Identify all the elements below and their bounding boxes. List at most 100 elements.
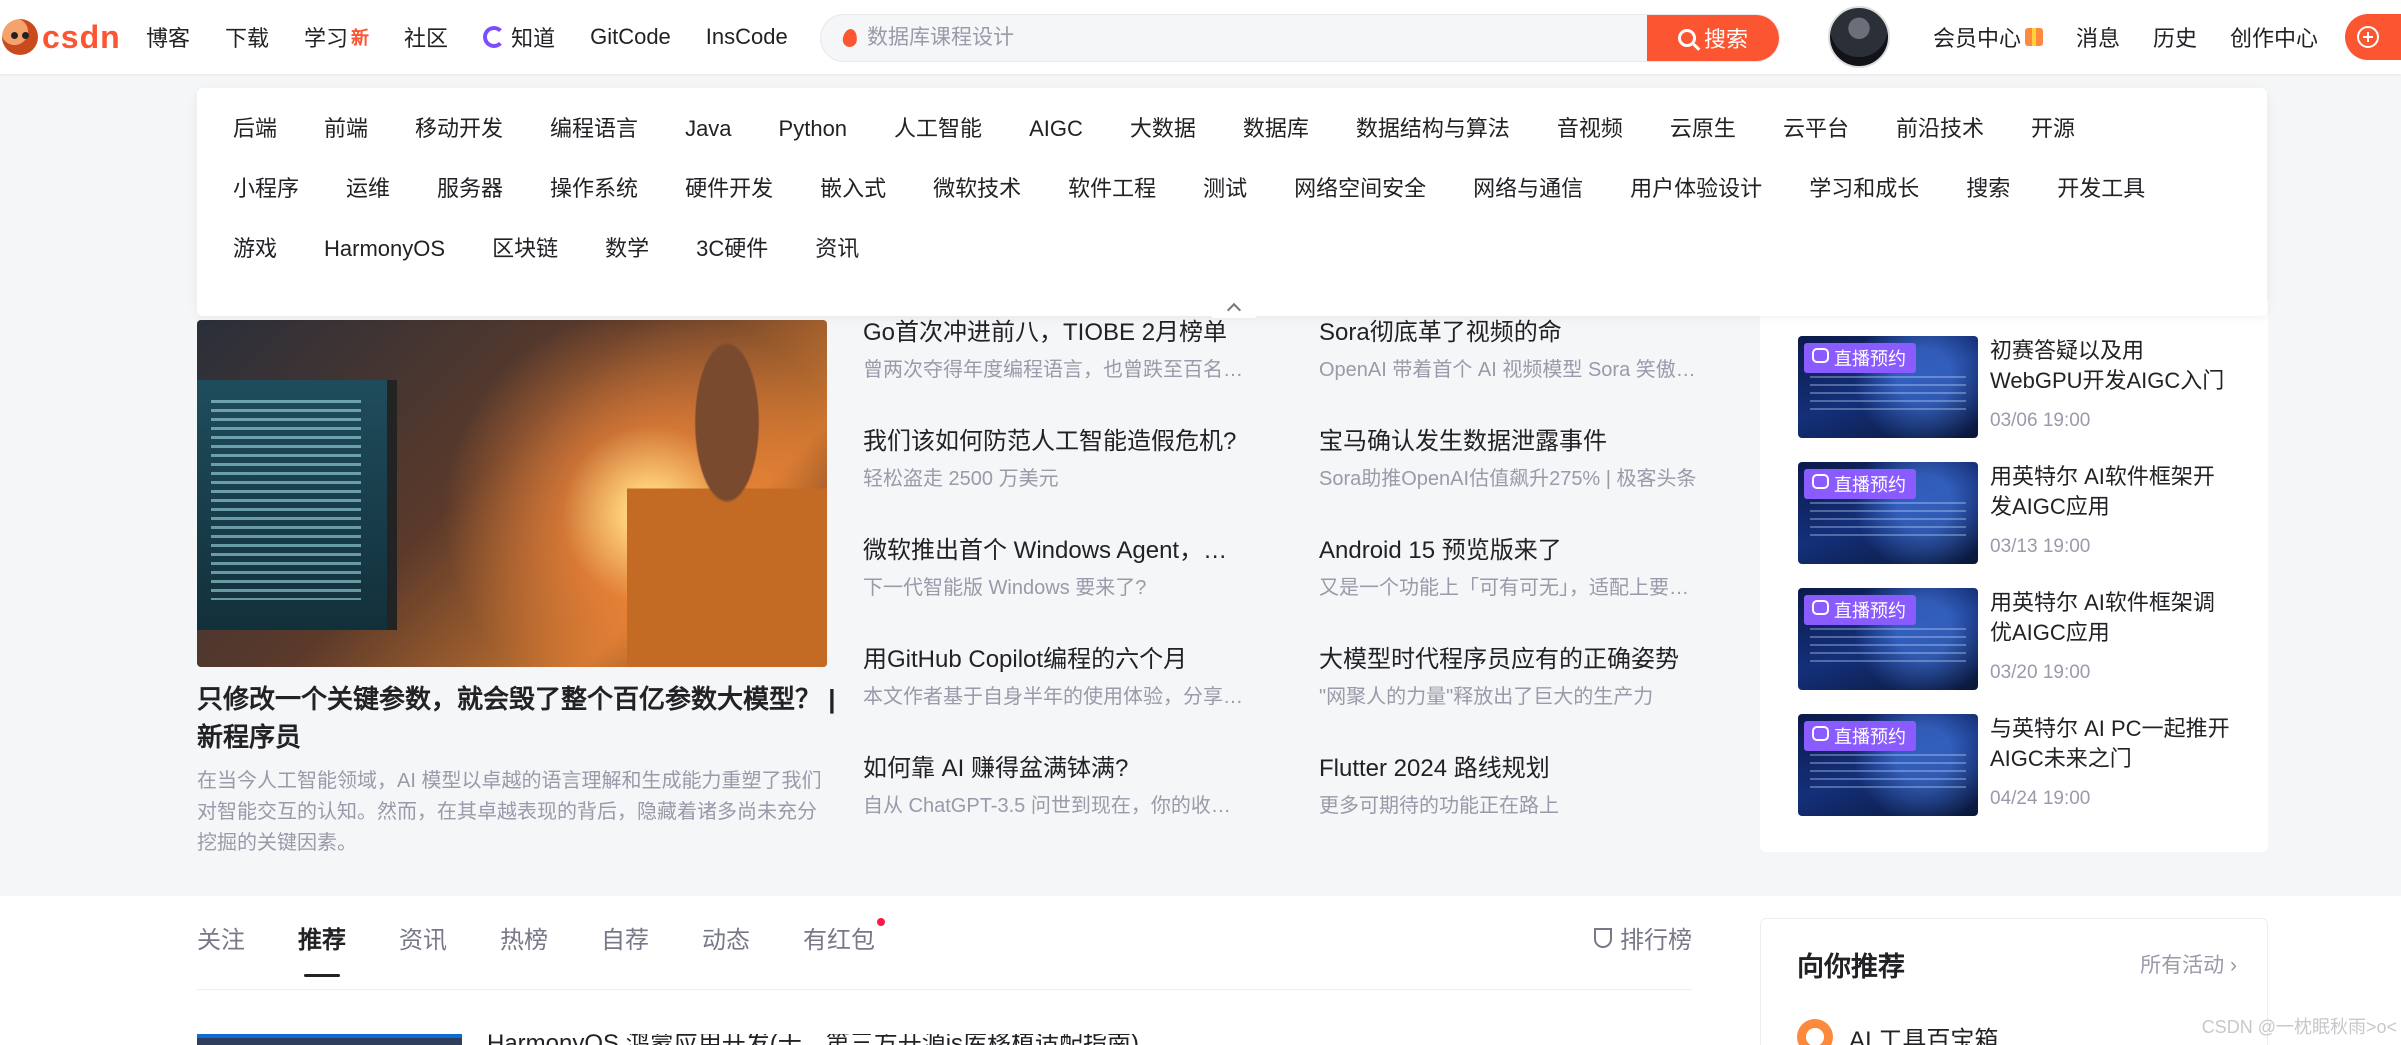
news-title[interactable]: 如何靠 AI 赚得盆满钵满? (863, 754, 1243, 784)
category-item[interactable]: 网络与通信 (1473, 178, 1583, 200)
category-item[interactable]: HarmonyOS (324, 238, 445, 260)
news-title[interactable]: 大模型时代程序员应有的正确姿势 (1319, 645, 1699, 675)
news-item[interactable]: 宝马确认发生数据泄露事件 Sora助推OpenAI估值飙升275% | 极客头条 (1319, 427, 1699, 536)
news-title[interactable]: Sora彻底革了视频的命 (1319, 318, 1699, 348)
messages-link[interactable]: 消息 (2076, 21, 2120, 53)
category-item[interactable]: AIGC (1029, 118, 1083, 140)
category-item[interactable]: 前端 (324, 118, 368, 140)
news-title[interactable]: 我们该如何防范人工智能造假危机? (863, 427, 1243, 457)
ranking-link[interactable]: 排行榜 (1594, 920, 1692, 955)
news-title[interactable]: Android 15 预览版来了 (1319, 536, 1699, 566)
live-item[interactable]: 直播预约 用英特尔 AI软件框架开发AIGC应用 03/13 19:00 (1798, 462, 2268, 588)
live-item[interactable]: 直播预约 初赛答疑以及用WebGPU开发AIGC入门 03/06 19:00 (1798, 336, 2268, 462)
category-item[interactable]: 前沿技术 (1896, 118, 1984, 140)
csdn-logo[interactable]: CSDN (0, 16, 125, 58)
tab-hot[interactable]: 热榜 (500, 920, 548, 977)
all-activities-link[interactable]: 所有活动 › (2140, 949, 2237, 979)
search-button[interactable]: 搜索 (1647, 15, 1779, 61)
feed-thumbnail[interactable] (197, 1034, 462, 1045)
tab-activity[interactable]: 动态 (702, 920, 750, 977)
nav-item-blog[interactable]: 博客 (146, 21, 190, 53)
live-item[interactable]: 直播预约 用英特尔 AI软件框架调优AIGC应用 03/20 19:00 (1798, 588, 2268, 714)
news-item[interactable]: Flutter 2024 路线规划 更多可期待的功能正在路上 (1319, 754, 1699, 863)
tab-self-recommend[interactable]: 自荐 (601, 920, 649, 977)
category-item[interactable]: 数学 (605, 238, 649, 260)
recommend-item[interactable]: AI 工具百宝箱 (1797, 1019, 1998, 1045)
category-item[interactable]: Java (685, 118, 731, 140)
history-link[interactable]: 历史 (2153, 21, 2197, 53)
tab-red-packet[interactable]: 有红包 (803, 918, 885, 977)
live-title[interactable]: 与英特尔 AI PC一起推开AIGC未来之门 (1990, 714, 2230, 774)
vip-center-link[interactable]: 会员中心 (1933, 21, 2044, 53)
news-item[interactable]: 微软推出首个 Windows Agent，全面接管 下一代智能版 Windows… (863, 536, 1243, 645)
hero-image[interactable] (197, 320, 827, 667)
live-thumbnail[interactable]: 直播预约 (1798, 336, 1978, 438)
category-item[interactable]: 服务器 (437, 178, 503, 200)
category-item[interactable]: 区块链 (492, 238, 558, 260)
category-item[interactable]: 3C硬件 (696, 238, 768, 260)
category-item[interactable]: 学习和成长 (1809, 178, 1919, 200)
category-item[interactable]: 硬件开发 (685, 178, 773, 200)
news-title[interactable]: 微软推出首个 Windows Agent，全面接管 (863, 536, 1243, 566)
category-item[interactable]: 数据结构与算法 (1356, 118, 1510, 140)
category-item[interactable]: 移动开发 (415, 118, 503, 140)
category-item[interactable]: 开源 (2031, 118, 2075, 140)
live-title[interactable]: 用英特尔 AI软件框架开发AIGC应用 (1990, 462, 2230, 522)
news-title[interactable]: 用GitHub Copilot编程的六个月 (863, 645, 1243, 675)
publish-button[interactable] (2345, 14, 2401, 60)
live-thumbnail[interactable]: 直播预约 (1798, 714, 1978, 816)
tab-news[interactable]: 资讯 (399, 920, 447, 977)
news-title[interactable]: Go首次冲进前八，TIOBE 2月榜单 (863, 318, 1243, 348)
news-item[interactable]: Sora彻底革了视频的命 OpenAI 带着首个 AI 视频模型 Sora 笑傲… (1319, 318, 1699, 427)
avatar[interactable] (1828, 6, 1890, 68)
category-item[interactable]: 数据库 (1243, 118, 1309, 140)
live-title[interactable]: 用英特尔 AI软件框架调优AIGC应用 (1990, 588, 2230, 648)
news-item[interactable]: 用GitHub Copilot编程的六个月 本文作者基于自身半年的使用体验，分享… (863, 645, 1243, 754)
nav-item-community[interactable]: 社区 (404, 21, 448, 53)
live-thumbnail[interactable]: 直播预约 (1798, 588, 1978, 690)
nav-item-gitcode[interactable]: GitCode (590, 24, 671, 50)
news-title[interactable]: 宝马确认发生数据泄露事件 (1319, 427, 1699, 457)
category-item[interactable]: 嵌入式 (820, 178, 886, 200)
tab-follow[interactable]: 关注 (197, 920, 245, 977)
category-item[interactable]: 网络空间安全 (1294, 178, 1426, 200)
category-item[interactable]: 大数据 (1130, 118, 1196, 140)
category-item[interactable]: 小程序 (233, 178, 299, 200)
live-thumbnail[interactable]: 直播预约 (1798, 462, 1978, 564)
category-item[interactable]: 音视频 (1557, 118, 1623, 140)
category-item[interactable]: 测试 (1203, 178, 1247, 200)
category-item[interactable]: Python (779, 118, 848, 140)
category-item[interactable]: 后端 (233, 118, 277, 140)
news-item[interactable]: Android 15 预览版来了 又是一个功能上「可有可无」，适配上要命的版本 (1319, 536, 1699, 645)
category-item[interactable]: 搜索 (1966, 178, 2010, 200)
search-input[interactable] (867, 26, 1647, 50)
nav-item-learn[interactable]: 学习 新 (304, 21, 369, 53)
nav-item-inscode[interactable]: InsCode (706, 24, 788, 50)
news-item[interactable]: 大模型时代程序员应有的正确姿势 "网聚人的力量"释放出了巨大的生产力 (1319, 645, 1699, 754)
category-item[interactable]: 用户体验设计 (1630, 178, 1762, 200)
live-title[interactable]: 初赛答疑以及用WebGPU开发AIGC入门 (1990, 336, 2230, 396)
news-item[interactable]: Go首次冲进前八，TIOBE 2月榜单 曾两次夺得年度编程语言，也曾跌至百名开外 (863, 318, 1243, 427)
category-item[interactable]: 微软技术 (933, 178, 1021, 200)
category-item[interactable]: 软件工程 (1068, 178, 1156, 200)
news-item[interactable]: 如何靠 AI 赚得盆满钵满? 自从 ChatGPT-3.5 问世到现在，你的收入… (863, 754, 1243, 863)
news-title[interactable]: Flutter 2024 路线规划 (1319, 754, 1699, 784)
feed-item[interactable]: HarmonyOS 鸿蒙应用开发(十、第三方开源js库移植适配指南) (197, 1034, 1497, 1045)
category-item[interactable]: 开发工具 (2057, 178, 2145, 200)
tab-recommend[interactable]: 推荐 (298, 920, 346, 977)
nav-item-zhidao[interactable]: 知道 (483, 21, 555, 53)
feed-title[interactable]: HarmonyOS 鸿蒙应用开发(十、第三方开源js库移植适配指南) (487, 1034, 1139, 1045)
category-item[interactable]: 云平台 (1783, 118, 1849, 140)
category-item[interactable]: 人工智能 (894, 118, 982, 140)
category-item[interactable]: 游戏 (233, 238, 277, 260)
hero-title[interactable]: 只修改一个关键参数，就会毁了整个百亿参数大模型？ | 新程序员 (197, 680, 837, 756)
nav-item-download[interactable]: 下载 (225, 21, 269, 53)
category-item[interactable]: 操作系统 (550, 178, 638, 200)
category-item[interactable]: 运维 (346, 178, 390, 200)
category-item[interactable]: 资讯 (815, 238, 859, 260)
creator-center-link[interactable]: 创作中心 (2230, 21, 2318, 53)
news-item[interactable]: 我们该如何防范人工智能造假危机? 轻松盗走 2500 万美元 (863, 427, 1243, 536)
live-item[interactable]: 直播预约 与英特尔 AI PC一起推开AIGC未来之门 04/24 19:00 (1798, 714, 2268, 840)
category-item[interactable]: 云原生 (1670, 118, 1736, 140)
category-item[interactable]: 编程语言 (550, 118, 638, 140)
